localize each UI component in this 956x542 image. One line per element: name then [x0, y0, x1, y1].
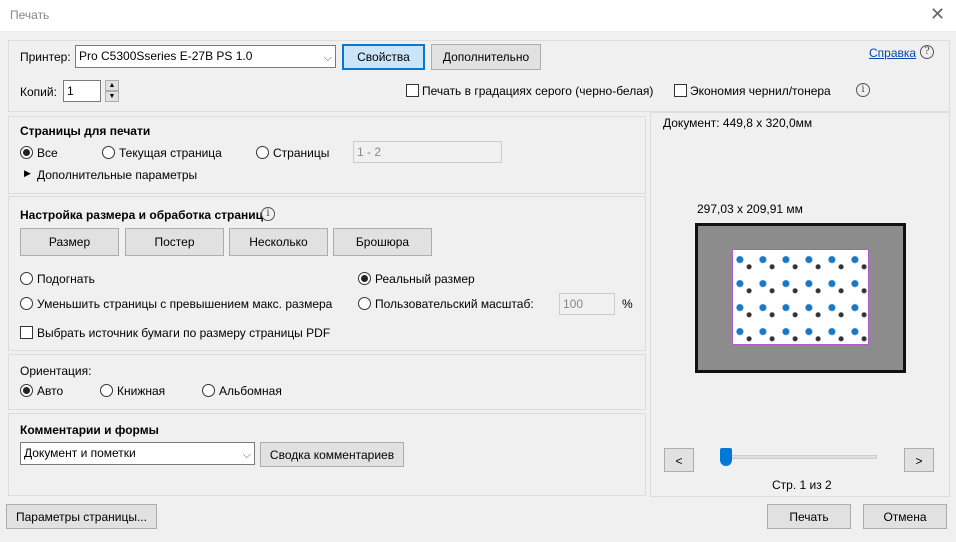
- page-slider-thumb[interactable]: [720, 448, 732, 466]
- orientation-auto-label: Авто: [37, 384, 64, 398]
- help-link[interactable]: Справка: [869, 46, 916, 60]
- copies-down-icon[interactable]: ▼: [105, 91, 119, 102]
- pages-range-input[interactable]: 1 - 2: [353, 141, 502, 163]
- tab-multiple[interactable]: Несколько: [229, 228, 328, 256]
- pages-all-radio[interactable]: [20, 146, 33, 159]
- info-icon[interactable]: i: [856, 83, 870, 97]
- pages-range-label: Страницы: [273, 146, 330, 160]
- page-size: 297,03 x 209,91 мм: [697, 202, 803, 216]
- printer-label: Принтер:: [20, 50, 71, 64]
- printer-select[interactable]: Pro C5300Sseries E-27B PS 1.0 ⌵: [75, 45, 336, 68]
- print-button[interactable]: Печать: [767, 504, 851, 529]
- custom-scale-label: Пользовательский масштаб:: [375, 297, 534, 311]
- orientation-landscape-label: Альбомная: [219, 384, 282, 398]
- orientation-heading: Ориентация:: [20, 364, 92, 378]
- orientation-section: [8, 354, 646, 410]
- pages-heading: Страницы для печати: [20, 124, 151, 138]
- orientation-portrait-label: Книжная: [117, 384, 166, 398]
- page-preview: [695, 223, 906, 373]
- window-title: Печать: [10, 8, 50, 22]
- pages-current-label: Текущая страница: [119, 146, 222, 160]
- more-options-toggle[interactable]: Дополнительные параметры: [37, 168, 197, 182]
- fit-radio[interactable]: [20, 272, 33, 285]
- page-setup-button[interactable]: Параметры страницы...: [6, 504, 157, 529]
- save-ink-label: Экономия чернил/тонера: [690, 84, 831, 98]
- tab-booklet[interactable]: Брошюра: [333, 228, 432, 256]
- comments-heading: Комментарии и формы: [20, 423, 159, 437]
- copies-up-icon[interactable]: ▲: [105, 80, 119, 91]
- paper-source-checkbox[interactable]: [20, 326, 33, 339]
- info-icon[interactable]: i: [261, 207, 275, 221]
- help-info-icon[interactable]: ?: [920, 45, 934, 59]
- percent-label: %: [622, 297, 633, 311]
- page-slider-track[interactable]: [722, 455, 877, 459]
- copies-label: Копий:: [20, 85, 57, 99]
- grayscale-checkbox[interactable]: [406, 84, 419, 97]
- orientation-auto-radio[interactable]: [20, 384, 33, 397]
- properties-button[interactable]: Свойства: [342, 44, 425, 70]
- pages-range-radio[interactable]: [256, 146, 269, 159]
- tab-poster[interactable]: Постер: [125, 228, 224, 256]
- cancel-button[interactable]: Отмена: [863, 504, 947, 529]
- orientation-landscape-radio[interactable]: [202, 384, 215, 397]
- sizing-heading: Настройка размера и обработка страниц: [20, 208, 263, 222]
- orientation-portrait-radio[interactable]: [100, 384, 113, 397]
- document-size: Документ: 449,8 x 320,0мм: [663, 116, 813, 130]
- chevron-down-icon: ⌵: [323, 52, 332, 64]
- printer-value: Pro C5300Sseries E-27B PS 1.0: [79, 49, 253, 63]
- pages-all-label: Все: [37, 146, 58, 160]
- copies-input[interactable]: 1: [63, 80, 101, 102]
- fit-label: Подогнать: [37, 272, 95, 286]
- paper-source-label: Выбрать источник бумаги по размеру стран…: [37, 326, 331, 340]
- custom-scale-radio[interactable]: [358, 297, 371, 310]
- shrink-label: Уменьшить страницы с превышением макс. р…: [37, 297, 333, 311]
- chevron-down-icon: ⌵: [242, 449, 251, 461]
- printable-area: [732, 249, 869, 345]
- tab-size[interactable]: Размер: [20, 228, 119, 256]
- prev-page-button[interactable]: <: [664, 448, 694, 472]
- custom-scale-input[interactable]: 100: [559, 293, 615, 315]
- comments-value: Документ и пометки: [24, 446, 136, 460]
- shrink-radio[interactable]: [20, 297, 33, 310]
- page-indicator: Стр. 1 из 2: [772, 478, 832, 492]
- pages-current-radio[interactable]: [102, 146, 115, 159]
- next-page-button[interactable]: >: [904, 448, 934, 472]
- save-ink-checkbox[interactable]: [674, 84, 687, 97]
- grayscale-label: Печать в градациях серого (черно-белая): [422, 84, 654, 98]
- title-bar: [0, 0, 956, 31]
- expand-triangle-icon[interactable]: ▶: [24, 168, 31, 179]
- actual-size-label: Реальный размер: [375, 272, 475, 286]
- advanced-button[interactable]: Дополнительно: [431, 44, 541, 70]
- summarize-comments-button[interactable]: Сводка комментариев: [260, 442, 404, 467]
- close-icon[interactable]: ✕: [930, 4, 945, 25]
- comments-select[interactable]: Документ и пометки ⌵: [20, 442, 255, 465]
- actual-size-radio[interactable]: [358, 272, 371, 285]
